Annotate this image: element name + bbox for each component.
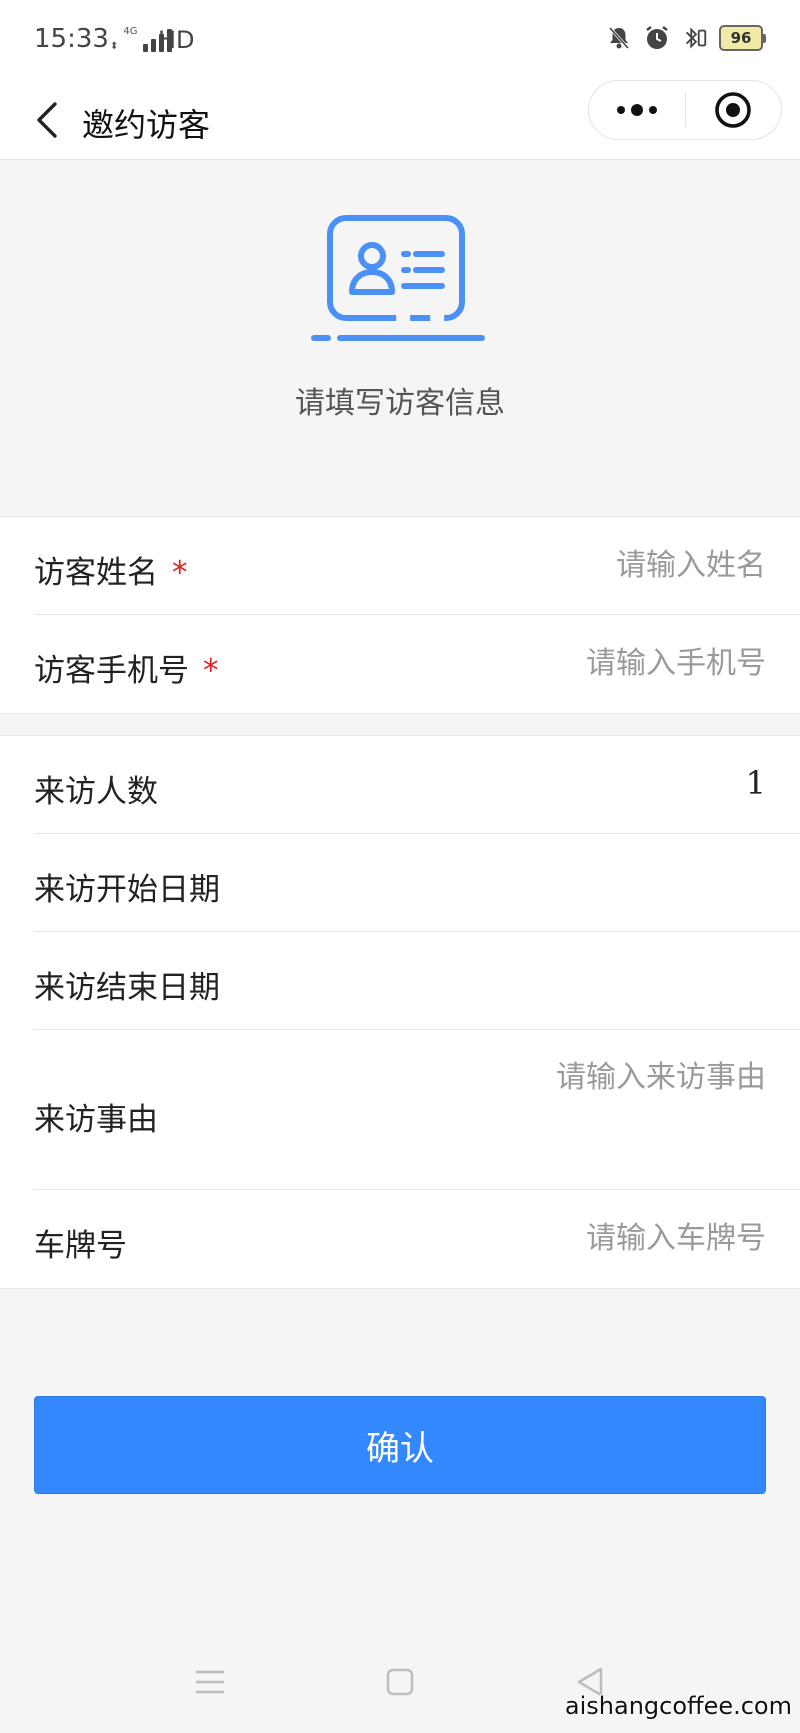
status-time: 15:33 [34,24,109,54]
more-button[interactable] [589,81,685,139]
menu-button[interactable] [190,1662,230,1702]
close-mini-program-button[interactable] [686,81,782,139]
confirm-button[interactable]: 确认 [34,1396,766,1494]
hero-section: 请填写访客信息 [0,160,800,516]
required-info-group: 访客姓名* 访客手机号* [0,516,800,714]
more-dots-icon [616,104,657,116]
data-arrows-icon: ⬍ [110,41,119,52]
visitor-name-row: 访客姓名 * [34,517,800,615]
signal-bar [150,39,156,52]
page-title: 邀约访客 [82,106,211,144]
required-mark: * [203,653,219,689]
visit-reason-label: 来访事由 [34,1102,158,1138]
visit-end-date-label: 来访结束日期 [34,970,220,1006]
visit-start-date-label: 来访开始日期 [34,872,220,908]
mini-program-capsule [588,80,782,140]
visit-details-group: 来访人数 1 来访开始日期 来访结束日期 来访事由 车牌号 [0,735,800,1289]
visitor-name-label: 访客姓名 * [34,555,188,591]
status-right: 96 [605,24,766,52]
home-button[interactable] [380,1662,420,1702]
chevron-left-icon [37,102,57,138]
target-circle-icon [715,92,752,128]
status-bar: 15:33 ⬍ 4G HD 96 [0,0,800,80]
visitor-phone-label: 访客手机号 * [34,653,219,689]
watermark: aishangcoffee.com [564,1692,792,1720]
signal-bar [142,44,148,52]
hero-text: 请填写访客信息 [295,386,505,421]
plate-number-input[interactable] [346,1214,766,1262]
visit-reason-input[interactable] [346,1052,766,1162]
battery-level: 96 [719,25,763,51]
visit-end-date-row[interactable]: 来访结束日期 [34,932,800,1030]
battery-icon: 96 [719,25,766,51]
bluetooth-vibrate-icon [681,24,709,52]
alarm-icon [643,24,671,52]
visitor-count-label: 来访人数 [34,774,158,810]
nav-bar: 邀约访客 [0,80,800,160]
visitor-count-value[interactable]: 1 [746,764,766,802]
visitor-count-row[interactable]: 来访人数 1 [34,736,800,834]
back-button[interactable] [26,98,70,142]
visitor-phone-input[interactable] [346,639,766,687]
visit-start-date-row[interactable]: 来访开始日期 [34,834,800,932]
network-type: 4G [123,26,138,37]
required-mark: * [172,555,188,591]
home-square-icon [386,1668,414,1696]
hd-indicator: HD [158,26,195,54]
plate-number-row: 车牌号 [34,1190,800,1288]
visitor-name-input[interactable] [346,541,766,589]
visitor-phone-row: 访客手机号 * [34,615,800,713]
menu-lines-icon [196,1670,224,1694]
plate-number-label: 车牌号 [34,1228,127,1264]
mute-bell-icon [605,24,633,52]
visit-reason-row: 来访事由 [34,1030,800,1190]
id-card-icon [311,215,485,341]
